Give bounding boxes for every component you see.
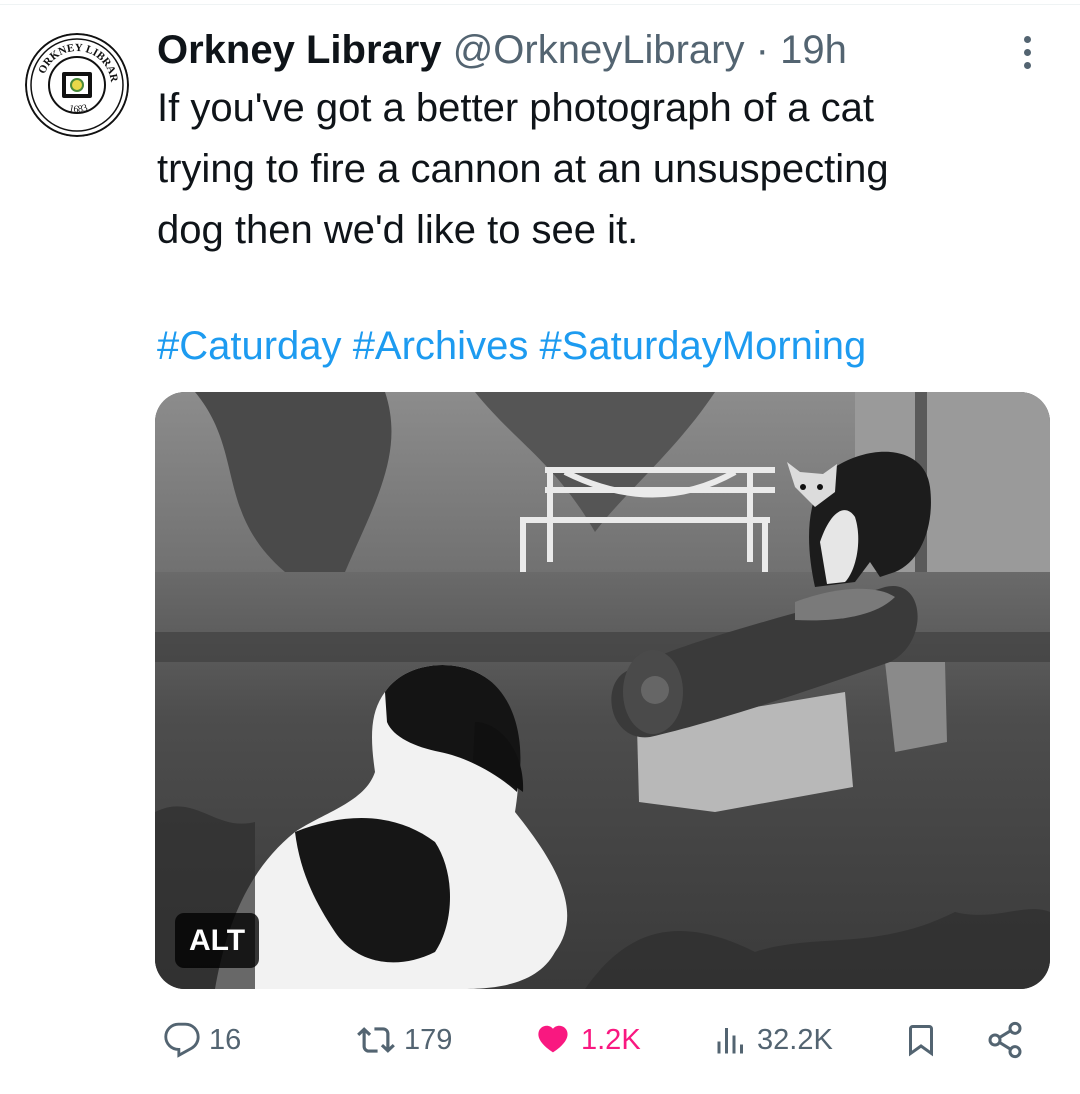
hashtag-link[interactable]: #SaturdayMorning [539, 324, 866, 368]
tweet-action-bar: 16 179 1.2K 32.2K [0, 1010, 1080, 1070]
bookmark-icon [909, 1025, 933, 1057]
share-button[interactable] [985, 1010, 1025, 1070]
tweet-photo[interactable]: ALT [155, 392, 1050, 989]
share-icon [988, 1021, 1022, 1059]
author-handle[interactable]: @OrkneyLibrary [453, 28, 745, 72]
views-button[interactable]: 32.2K [713, 1010, 833, 1070]
author-avatar[interactable]: ORKNEY LIBRARY & ARCHIVE 1683 [25, 33, 129, 137]
views-count: 32.2K [757, 1023, 833, 1056]
hashtag-link[interactable]: #Archives [353, 324, 529, 368]
more-vertical-icon[interactable] [1012, 30, 1042, 74]
tweet-hashtags: #Caturday #Archives #SaturdayMorning [157, 318, 1057, 374]
alt-text-badge[interactable]: ALT [175, 913, 259, 968]
reply-icon [164, 1022, 200, 1058]
tweet-text: If you've got a better photograph of a c… [157, 78, 1037, 261]
like-count: 1.2K [581, 1023, 641, 1056]
bookmark-button[interactable] [903, 1010, 939, 1070]
like-button[interactable]: 1.2K [535, 1010, 641, 1070]
top-divider [0, 0, 1080, 5]
retweet-button[interactable]: 179 [356, 1010, 452, 1070]
header-separator: · [755, 28, 769, 72]
svg-text:1683: 1683 [68, 103, 89, 116]
tweet-header: Orkney Library @OrkneyLibrary · 19h [157, 25, 997, 75]
retweet-count: 179 [404, 1023, 453, 1056]
photo-cat-cannon-dog [155, 392, 1050, 989]
orkney-library-seal-icon: ORKNEY LIBRARY & ARCHIVE 1683 [25, 33, 129, 137]
tweet-text-line: trying to fire a cannon at an unsuspecti… [157, 147, 889, 191]
tweet-text-line: dog then we'd like to see it. [157, 208, 639, 252]
reply-button[interactable]: 16 [163, 1010, 241, 1070]
author-display-name[interactable]: Orkney Library [157, 28, 442, 72]
views-chart-icon [717, 1028, 743, 1054]
tweet-timestamp[interactable]: 19h [780, 28, 847, 72]
tweet-text-line: If you've got a better photograph of a c… [157, 86, 875, 130]
retweet-icon [357, 1027, 395, 1053]
hashtag-link[interactable]: #Caturday [157, 324, 342, 368]
heart-icon [538, 1025, 568, 1053]
reply-count: 16 [209, 1023, 242, 1056]
